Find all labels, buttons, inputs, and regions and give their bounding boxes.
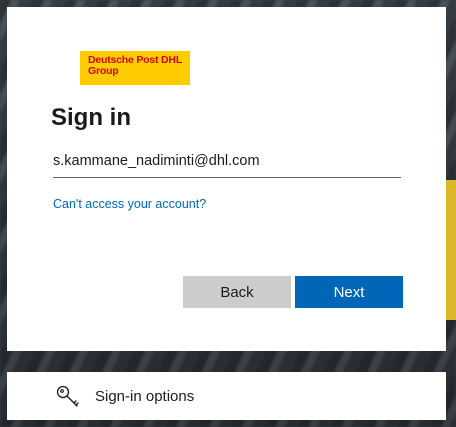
cant-access-account-link[interactable]: Can't access your account? <box>53 197 206 211</box>
back-button[interactable]: Back <box>183 276 291 308</box>
key-icon <box>56 385 79 407</box>
company-logo: Deutsche Post DHL Group <box>80 51 190 85</box>
sign-in-options-label: Sign-in options <box>95 388 195 405</box>
sign-in-options-button[interactable]: Sign-in options <box>7 372 446 420</box>
logo-line-2: Group <box>88 65 119 77</box>
email-field[interactable] <box>53 148 401 178</box>
page-title: Sign in <box>51 104 131 131</box>
next-button[interactable]: Next <box>295 276 403 308</box>
